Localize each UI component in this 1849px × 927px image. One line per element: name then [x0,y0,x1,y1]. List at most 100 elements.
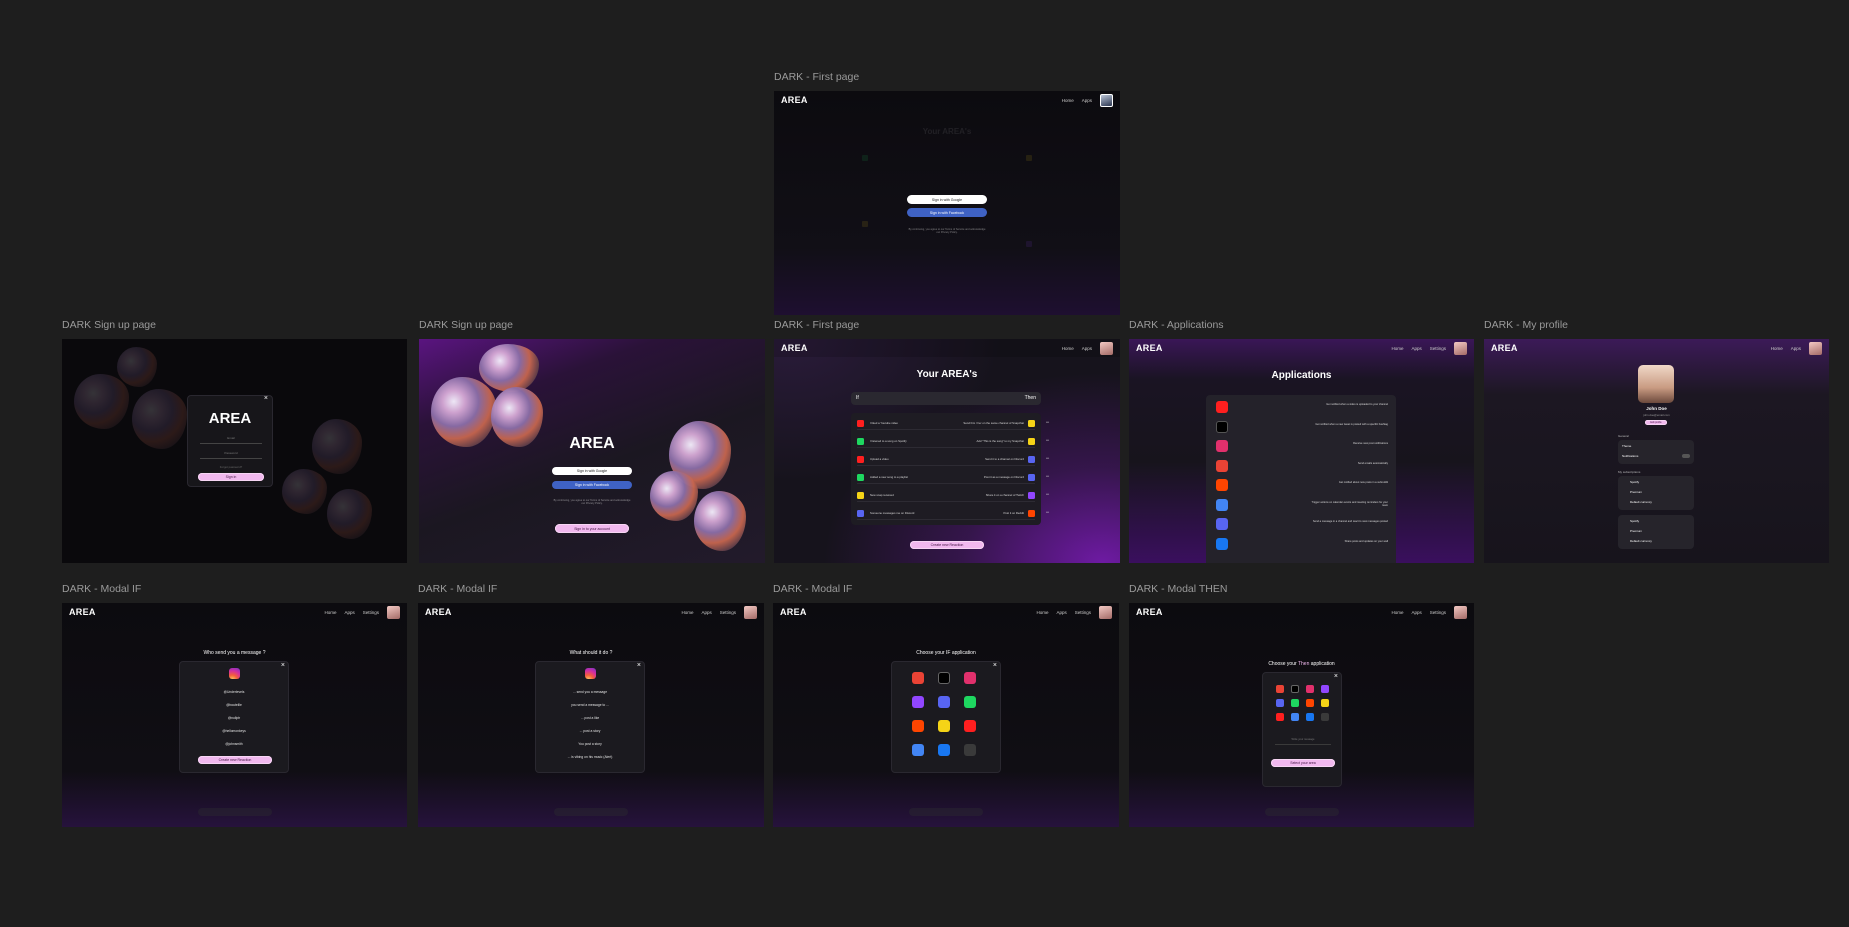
area-row[interactable]: Upload a video Send it to a channel on Di… [857,453,1035,466]
close-icon[interactable]: × [993,662,997,669]
nav-apps[interactable]: Apps [1082,346,1092,351]
nav-home[interactable]: Home [1771,346,1783,351]
profile-picture[interactable] [1638,365,1674,403]
modal-option[interactable]: @johnsmith [180,742,288,746]
more-options-icon[interactable]: ••• [1046,492,1049,497]
edit-profile-button[interactable]: Edit profile [1645,420,1667,425]
discord-icon[interactable] [1216,518,1228,530]
signin-facebook-button[interactable]: Sign in with Facebook [552,481,632,489]
nav-apps[interactable]: Apps [344,610,354,615]
select-area-button[interactable]: Select your area [1271,759,1335,767]
more-options-icon[interactable]: ••• [1046,474,1049,479]
modal-option[interactable]: ... send you a message [536,690,644,694]
subscription-item[interactable]: Default currency [1630,500,1652,504]
signin-google-button[interactable]: Sign in with Google [907,195,987,204]
instagram-icon[interactable] [1216,440,1228,452]
nav-home[interactable]: Home [1062,346,1074,351]
gmail-icon[interactable] [912,672,924,684]
subscription-item[interactable]: Premium [1630,529,1642,533]
close-icon[interactable]: × [264,395,268,402]
calendar-icon[interactable] [912,744,924,756]
nav-apps[interactable]: Apps [701,610,711,615]
password-field[interactable]: Password [200,451,262,459]
nav-home[interactable]: Home [1391,346,1403,351]
calendar-icon[interactable] [1216,498,1228,511]
nav-apps[interactable]: Apps [1411,346,1421,351]
subscription-item[interactable]: Spotify [1630,480,1639,484]
avatar[interactable] [387,605,400,619]
calendar-icon[interactable] [1291,713,1299,721]
signin-button[interactable]: Sign in [198,473,264,481]
reddit-icon[interactable] [1306,699,1314,707]
spotify-icon[interactable] [964,696,976,708]
subscription-item[interactable]: Premium [1630,490,1642,494]
reddit-icon[interactable] [1216,479,1228,491]
snapchat-icon[interactable] [1321,699,1329,707]
instagram-icon[interactable] [964,672,976,684]
instagram-icon[interactable] [1306,685,1314,693]
nav-home[interactable]: Home [1062,98,1074,103]
more-options-icon[interactable]: ••• [1046,438,1049,443]
modal-option[interactable]: @hellomonkeys [180,729,288,733]
close-icon[interactable]: × [1334,673,1338,680]
youtube-icon[interactable] [964,720,976,732]
nav-settings[interactable]: Settings [1075,610,1091,615]
nav-settings[interactable]: Settings [1430,346,1446,351]
modal-option[interactable]: @bouteille [180,703,288,707]
modal-option[interactable]: ... post a story [536,729,644,733]
avatar[interactable] [1454,341,1467,355]
nav-settings[interactable]: Settings [363,610,379,615]
x-icon[interactable] [938,672,950,684]
avatar[interactable] [1100,341,1113,355]
close-icon[interactable]: × [637,662,641,669]
login-button[interactable]: Sign in to your account [555,524,629,533]
modal-option[interactable]: You post a story [536,742,644,746]
gmail-icon[interactable] [1216,459,1228,472]
modal-option[interactable]: @nullptr [180,716,288,720]
nav-settings[interactable]: Settings [720,610,736,615]
area-row[interactable]: Added a new song to a playlist Post it as… [857,471,1035,484]
x-icon[interactable] [1216,420,1228,433]
nav-home[interactable]: Home [324,610,336,615]
nav-settings[interactable]: Settings [1430,610,1446,615]
modal-option[interactable]: you send a message to ... [536,703,644,707]
nav-apps[interactable]: Apps [1791,346,1801,351]
more-options-icon[interactable]: ••• [1046,510,1049,515]
modal-option[interactable]: @Underlevels [180,690,288,694]
signin-facebook-button[interactable]: Sign in with Facebook [907,208,987,217]
nav-apps[interactable]: Apps [1082,98,1092,103]
empty-slot-icon[interactable] [1321,713,1329,721]
discord-icon[interactable] [938,696,950,708]
avatar[interactable] [1099,605,1112,619]
area-row[interactable]: New snap received Share it on a channel o… [857,489,1035,502]
nav-apps[interactable]: Apps [1411,610,1421,615]
area-row[interactable]: I liked a Youtube video Send him / her on… [857,417,1035,430]
snapchat-icon[interactable] [938,720,950,732]
spotify-icon[interactable] [1291,699,1299,707]
discord-icon[interactable] [1276,699,1284,707]
subscription-item[interactable]: Default currency [1630,539,1652,543]
subscription-item[interactable]: Spotify [1630,519,1639,523]
reddit-icon[interactable] [912,720,924,732]
avatar[interactable] [1100,93,1113,107]
create-reaction-button[interactable]: Create new Reaction [198,756,272,764]
facebook-icon[interactable] [1216,537,1228,550]
nav-home[interactable]: Home [1391,610,1403,615]
create-reaction-button[interactable]: Create new Reaction [910,541,984,549]
facebook-icon[interactable] [938,744,950,756]
setting-theme[interactable]: Theme [1622,444,1631,448]
close-icon[interactable]: × [281,662,285,669]
modal-option[interactable]: ... is vibing on his music (Alert) [536,755,644,759]
twitch-icon[interactable] [1321,685,1329,693]
youtube-icon[interactable] [1216,401,1228,413]
youtube-icon[interactable] [1276,713,1284,721]
more-options-icon[interactable]: ••• [1046,456,1049,461]
avatar[interactable] [744,605,757,619]
notifications-toggle[interactable] [1682,454,1690,458]
nav-apps[interactable]: Apps [1056,610,1066,615]
signin-google-button[interactable]: Sign in with Google [552,467,632,475]
message-field[interactable]: Write your message [1275,738,1331,745]
gmail-icon[interactable] [1276,685,1284,693]
nav-home[interactable]: Home [1036,610,1048,615]
twitch-icon[interactable] [912,696,924,708]
